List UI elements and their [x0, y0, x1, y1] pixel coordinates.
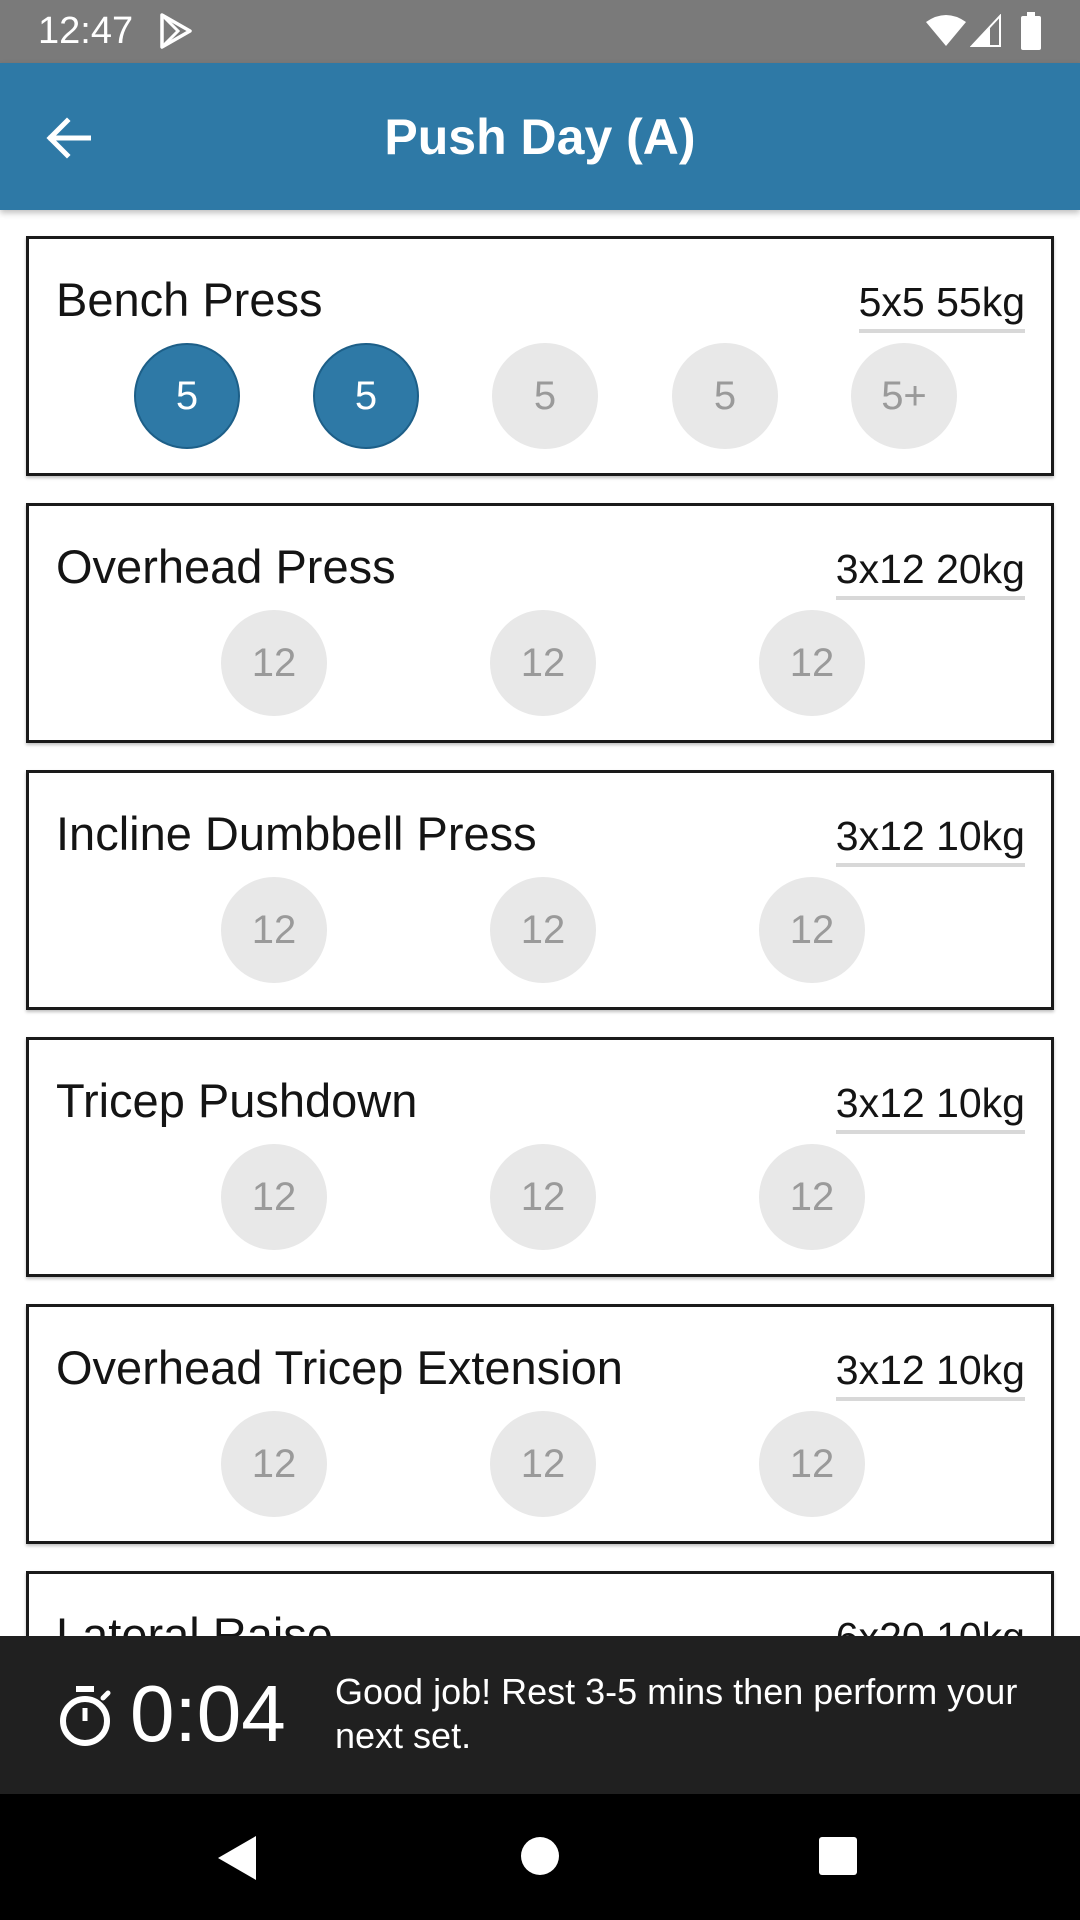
arrow-back-icon — [46, 117, 91, 159]
exercise-card: Lateral Raise 6x20 10kg — [26, 1571, 1054, 1636]
exercise-name: Overhead Press — [56, 540, 396, 593]
exercise-card: Incline Dumbbell Press 3x12 10kg 12 12 12 — [26, 770, 1054, 1010]
exercise-card: Bench Press 5x5 55kg 5 5 5 5 5+ — [26, 236, 1054, 476]
exercise-card: Tricep Pushdown 3x12 10kg 12 12 12 — [26, 1037, 1054, 1277]
system-nav-bar — [0, 1794, 1080, 1920]
back-button[interactable] — [30, 103, 106, 173]
status-time: 12:47 — [38, 10, 134, 52]
exercise-name: Overhead Tricep Extension — [56, 1341, 623, 1394]
set-button[interactable]: 12 — [221, 1144, 327, 1250]
exercise-weight-scheme[interactable]: 3x12 10kg — [835, 1345, 1025, 1401]
set-button[interactable]: 12 — [221, 877, 327, 983]
play-store-icon — [160, 13, 192, 49]
exercise-weight-scheme[interactable]: 3x12 20kg — [835, 544, 1025, 600]
stopwatch-icon — [60, 1686, 111, 1746]
set-button[interactable]: 12 — [490, 1144, 596, 1250]
signal-icon — [970, 14, 1001, 47]
rest-timer-bar: 0:04 Good job! Rest 3-5 mins then perfor… — [0, 1636, 1080, 1794]
nav-home-icon[interactable] — [520, 1836, 560, 1876]
exercise-name: Tricep Pushdown — [56, 1074, 418, 1127]
set-button[interactable]: 12 — [221, 1411, 327, 1517]
nav-recents-icon[interactable] — [818, 1836, 858, 1876]
exercise-weight-scheme[interactable]: 6x20 10kg — [836, 1612, 1025, 1636]
set-button[interactable]: 5 — [134, 343, 240, 449]
set-button[interactable]: 5 — [313, 343, 419, 449]
set-button[interactable]: 12 — [759, 1411, 865, 1517]
set-button[interactable]: 12 — [221, 610, 327, 716]
exercise-list[interactable]: Bench Press 5x5 55kg 5 5 5 5 5+ Overhead Press 3… — [0, 210, 1080, 1636]
exercise-name: Bench Press — [56, 273, 323, 326]
set-button[interactable]: 12 — [490, 1411, 596, 1517]
exercise-weight-scheme[interactable]: 3x12 10kg — [835, 811, 1025, 867]
exercise-weight-scheme[interactable]: 5x5 55kg — [858, 277, 1025, 333]
exercise-card: Overhead Tricep Extension 3x12 10kg 12 12 12 — [26, 1304, 1054, 1544]
set-button[interactable]: 12 — [490, 610, 596, 716]
nav-back-icon[interactable] — [214, 1834, 258, 1882]
set-button[interactable]: 5 — [672, 343, 778, 449]
wifi-icon — [926, 15, 966, 46]
battery-icon — [1021, 12, 1041, 50]
exercise-name: Lateral Raise — [56, 1608, 333, 1636]
rest-message: Good job! Rest 3-5 mins then perform you… — [335, 1671, 1018, 1756]
set-button[interactable]: 12 — [759, 610, 865, 716]
rest-timer-value: 0:04 — [130, 1669, 286, 1758]
exercise-card: Overhead Press 3x12 20kg 12 12 12 — [26, 503, 1054, 743]
status-bar: 12:47 — [0, 0, 1080, 63]
set-button[interactable]: 5 — [492, 343, 598, 449]
exercise-name: Incline Dumbbell Press — [56, 807, 537, 860]
set-button[interactable]: 12 — [759, 877, 865, 983]
exercise-weight-scheme[interactable]: 3x12 10kg — [835, 1078, 1025, 1134]
set-button[interactable]: 12 — [759, 1144, 865, 1250]
set-button[interactable]: 12 — [490, 877, 596, 983]
app-bar: Push Day (A) — [0, 63, 1080, 210]
set-button[interactable]: 5+ — [851, 343, 957, 449]
page-title: Push Day (A) — [384, 108, 696, 165]
